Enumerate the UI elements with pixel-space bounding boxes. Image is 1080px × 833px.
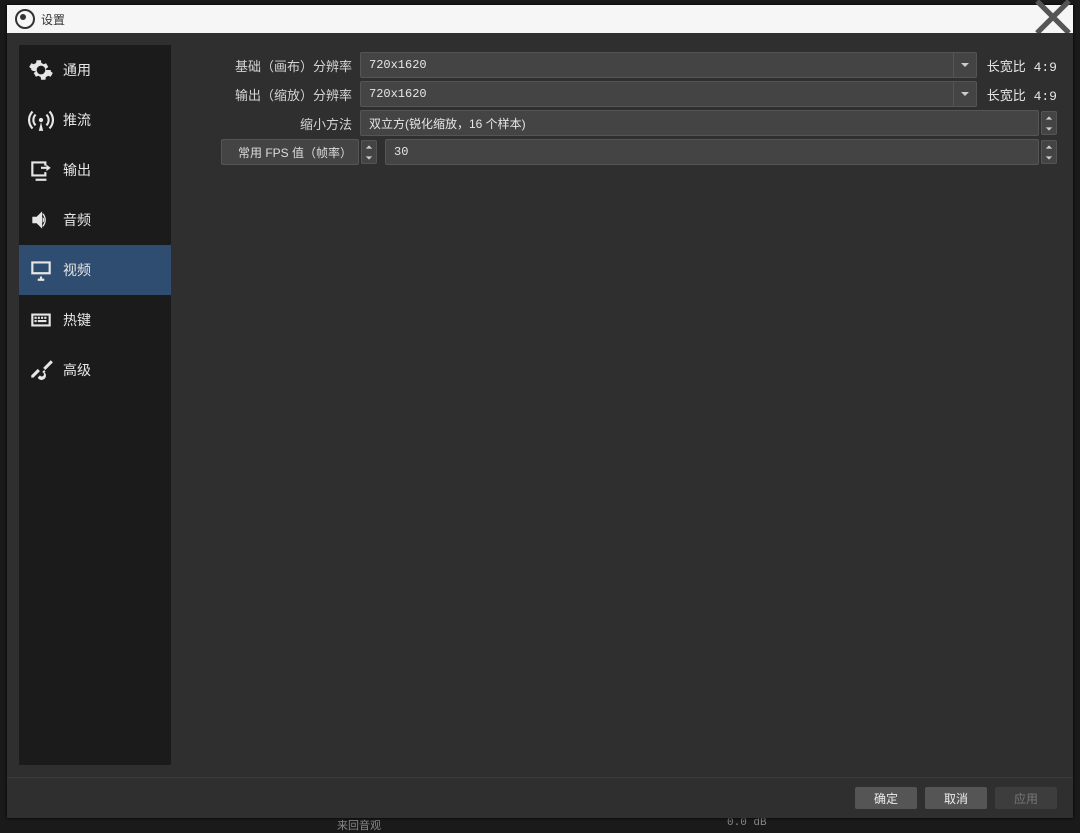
settings-dialog: 设置 通用 推流 输出 bbox=[7, 5, 1073, 818]
settings-content: 基础（画布）分辨率 720x1620 长宽比 4:9 输出（缩放）分辨率 720… bbox=[171, 33, 1073, 777]
spin-down-icon[interactable] bbox=[1042, 152, 1056, 163]
bg-text-right: 0.0 dB bbox=[727, 817, 767, 829]
dialog-footer: 确定 取消 应用 bbox=[7, 777, 1073, 818]
downscale-filter-label: 缩小方法 bbox=[187, 114, 360, 133]
downscale-spinner[interactable] bbox=[1041, 111, 1057, 135]
sidebar-item-general[interactable]: 通用 bbox=[19, 45, 171, 95]
sidebar-item-video[interactable]: 视频 bbox=[19, 245, 171, 295]
cancel-button[interactable]: 取消 bbox=[925, 787, 987, 809]
tools-icon bbox=[19, 357, 63, 383]
fps-type-label: 常用 FPS 值（帧率） bbox=[238, 144, 352, 161]
sidebar-item-label: 通用 bbox=[63, 60, 91, 80]
downscale-filter-value: 双立方(锐化缩放，16 个样本) bbox=[361, 115, 1038, 132]
sidebar-item-label: 视频 bbox=[63, 260, 91, 280]
obs-icon bbox=[15, 9, 35, 29]
apply-button[interactable]: 应用 bbox=[995, 787, 1057, 809]
sidebar-item-label: 高级 bbox=[63, 360, 91, 380]
sidebar-item-audio[interactable]: 音频 bbox=[19, 195, 171, 245]
sidebar-item-label: 推流 bbox=[63, 110, 91, 130]
fps-value: 30 bbox=[386, 145, 1038, 159]
spin-up-icon[interactable] bbox=[1042, 141, 1056, 152]
fps-value-spinner[interactable] bbox=[1041, 140, 1057, 164]
spin-up-icon[interactable] bbox=[362, 141, 376, 152]
bg-text-left: 来回音观 bbox=[337, 817, 381, 833]
keyboard-icon bbox=[19, 307, 63, 333]
sidebar-item-hotkeys[interactable]: 热键 bbox=[19, 295, 171, 345]
base-resolution-label: 基础（画布）分辨率 bbox=[187, 56, 360, 75]
fps-type-spinner[interactable] bbox=[361, 140, 377, 164]
output-icon bbox=[19, 157, 63, 183]
output-resolution-label: 输出（缩放）分辨率 bbox=[187, 85, 360, 104]
gear-icon bbox=[19, 57, 63, 83]
sidebar-item-label: 音频 bbox=[63, 210, 91, 230]
base-aspect-ratio: 长宽比 4:9 bbox=[977, 56, 1057, 75]
ok-button[interactable]: 确定 bbox=[855, 787, 917, 809]
monitor-icon bbox=[19, 257, 63, 283]
output-aspect-ratio: 长宽比 4:9 bbox=[977, 85, 1057, 104]
sidebar-item-label: 热键 bbox=[63, 310, 91, 330]
base-resolution-combo[interactable]: 720x1620 bbox=[360, 52, 977, 78]
spin-up-icon[interactable] bbox=[1042, 112, 1056, 123]
downscale-filter-combo[interactable]: 双立方(锐化缩放，16 个样本) bbox=[360, 110, 1039, 136]
spin-down-icon[interactable] bbox=[362, 152, 376, 163]
sidebar-item-stream[interactable]: 推流 bbox=[19, 95, 171, 145]
fps-type-selector[interactable]: 常用 FPS 值（帧率） bbox=[221, 139, 359, 165]
chevron-down-icon[interactable] bbox=[953, 82, 976, 106]
output-resolution-value: 720x1620 bbox=[361, 87, 953, 101]
window-title: 设置 bbox=[41, 11, 65, 28]
settings-sidebar: 通用 推流 输出 音频 bbox=[19, 45, 171, 765]
chevron-down-icon[interactable] bbox=[953, 53, 976, 77]
fps-value-combo[interactable]: 30 bbox=[385, 139, 1039, 165]
sidebar-item-label: 输出 bbox=[63, 160, 91, 180]
titlebar: 设置 bbox=[7, 5, 1073, 33]
speaker-icon bbox=[19, 207, 63, 233]
base-resolution-value: 720x1620 bbox=[361, 58, 953, 72]
sidebar-item-output[interactable]: 输出 bbox=[19, 145, 171, 195]
spin-down-icon[interactable] bbox=[1042, 123, 1056, 134]
sidebar-item-advanced[interactable]: 高级 bbox=[19, 345, 171, 395]
antenna-icon bbox=[19, 107, 63, 133]
output-resolution-combo[interactable]: 720x1620 bbox=[360, 81, 977, 107]
